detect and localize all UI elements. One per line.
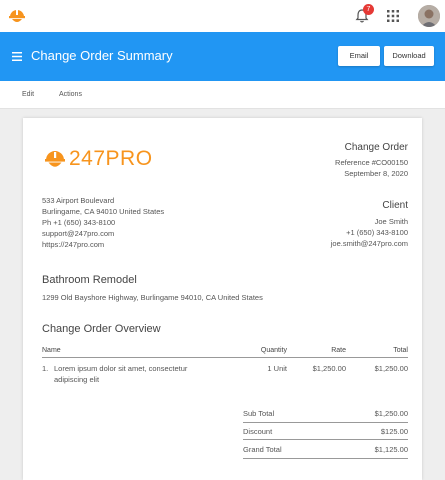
project-address: 1299 Old Bayshore Highway, Burlingame 94…: [42, 293, 263, 302]
row-index: 1.: [42, 364, 49, 373]
email-button[interactable]: Email: [338, 46, 380, 66]
company-email: support@247pro.com: [42, 229, 115, 238]
company-phone: Ph +1 (650) 343-8100: [42, 218, 116, 227]
action-menu-bar: Edit Actions: [0, 81, 445, 109]
column-header-name: Name: [42, 347, 61, 354]
discount-label: Discount: [243, 427, 273, 436]
top-bar: 7: [0, 0, 445, 32]
download-button[interactable]: Download: [384, 46, 434, 66]
column-header-total: Total: [393, 347, 408, 354]
client-phone: +1 (650) 343-8100: [346, 228, 408, 237]
subtotal-value: $1,250.00: [374, 409, 408, 418]
column-header-quantity: Quantity: [260, 347, 287, 354]
grand-total-value: $1,125.00: [374, 445, 408, 454]
client-email: joe.smith@247pro.com: [330, 239, 408, 248]
notification-badge: 7: [363, 4, 374, 15]
page-title: Change Order Summary: [31, 48, 173, 63]
avatar[interactable]: [418, 5, 440, 27]
row-rate: $1,250.00: [312, 364, 346, 373]
table-header-divider: [42, 357, 408, 358]
menu-icon[interactable]: [12, 52, 22, 61]
subtotal-label: Sub Total: [243, 409, 275, 418]
client-name: Joe Smith: [374, 217, 408, 226]
page-header: Change Order Summary Email Download: [0, 32, 445, 81]
247pro-logo-icon[interactable]: [7, 6, 27, 26]
column-header-rate: Rate: [331, 347, 346, 354]
document-heading: Change Order: [344, 142, 408, 153]
row-name-line1: Lorem ipsum dolor sit amet, consectetur: [54, 364, 188, 373]
reference-number: Reference #CO00150: [335, 158, 408, 167]
row-quantity: 1 Unit: [267, 364, 287, 373]
company-address-line1: 533 Airport Boulevard: [42, 196, 115, 205]
company-website: https://247pro.com: [42, 240, 105, 249]
project-title: Bathroom Remodel: [42, 274, 137, 286]
grand-total-divider: [243, 458, 408, 459]
company-logo-text: 247PRO: [69, 147, 153, 170]
row-total: $1,250.00: [374, 364, 408, 373]
actions-menu[interactable]: Actions: [59, 91, 82, 98]
subtotal-divider: [243, 422, 408, 423]
row-name-line2: adipiscing elit: [54, 375, 100, 384]
apps-grid-icon[interactable]: [387, 10, 399, 22]
client-heading: Client: [382, 200, 408, 211]
edit-menu[interactable]: Edit: [22, 91, 34, 98]
company-address-line2: Burlingame, CA 94010 United States: [42, 207, 165, 216]
change-order-document: 247PRO Change Order Reference #CO00150 S…: [23, 118, 422, 480]
overview-title: Change Order Overview: [42, 323, 161, 335]
grand-total-label: Grand Total: [243, 445, 282, 454]
247pro-logo-icon: [45, 151, 65, 167]
document-date: September 8, 2020: [344, 169, 408, 178]
discount-value: $125.00: [380, 427, 408, 436]
discount-divider: [243, 439, 408, 440]
